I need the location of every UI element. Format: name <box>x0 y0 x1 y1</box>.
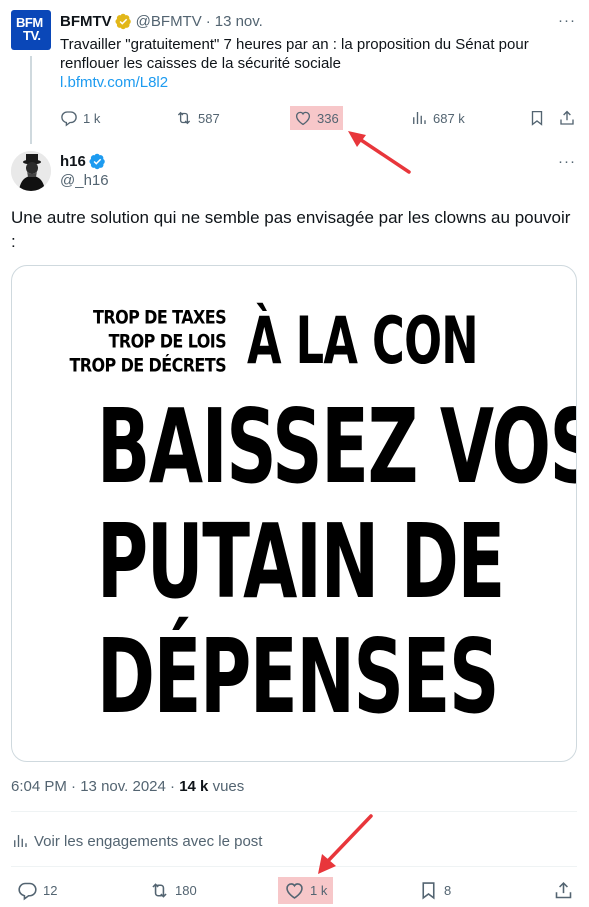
poster-headline: À LA CON <box>247 302 479 379</box>
reply-count: 12 <box>43 882 58 898</box>
avatar-logo-text: TV. <box>23 28 41 43</box>
poster-big-line: PUTAIN DE <box>96 501 505 622</box>
separator-dot: · <box>205 12 211 30</box>
separator-dot: · <box>170 778 176 795</box>
author-handle[interactable]: @_h16 <box>60 172 109 189</box>
main-tweet-header: h16 <box>60 152 106 170</box>
bookmark-button[interactable] <box>528 108 551 128</box>
quoted-tweet-text: Travailler "gratuitement" 7 heures par a… <box>60 36 529 72</box>
repost-count: 180 <box>175 882 197 898</box>
poster-small-line: TROP DE DÉCRETS <box>69 354 226 376</box>
bookmark-icon <box>531 110 543 126</box>
tweet-image[interactable]: TROP DE TAXES TROP DE LOIS TROP DE DÉCRE… <box>11 265 577 762</box>
post-metadata: 6:04 PM · 13 nov. 2024 · 14 k vues <box>11 778 244 795</box>
h16-avatar[interactable] <box>11 151 51 191</box>
views-count: 14 k <box>179 778 209 795</box>
reply-icon <box>18 882 37 900</box>
article-link[interactable]: l.bfmtv.com/L8l2 <box>60 74 168 91</box>
bookmark-icon <box>422 881 435 900</box>
bookmark-count: 8 <box>444 882 452 898</box>
reply-button[interactable]: 1 k <box>60 108 100 128</box>
verified-gold-badge-icon[interactable] <box>115 13 132 30</box>
repost-count: 587 <box>198 110 220 126</box>
annotation-arrow-icon <box>318 814 373 874</box>
quoted-tweet-header: BFMTV @BFMTV · 13 nov. <box>60 12 263 30</box>
repost-button[interactable]: 587 <box>175 108 220 128</box>
share-button[interactable] <box>553 880 579 900</box>
poster-small-line: TROP DE TAXES <box>93 306 227 328</box>
repost-icon <box>152 882 167 898</box>
views-count: 687 k <box>433 110 465 126</box>
like-button[interactable]: 336 <box>290 106 343 130</box>
author-name[interactable]: h16 <box>60 153 86 170</box>
view-engagements-link[interactable]: Voir les engagements avec le post <box>11 832 262 850</box>
annotation-arrow-icon <box>348 131 411 174</box>
reply-count: 1 k <box>83 110 101 126</box>
bfmtv-avatar[interactable]: BFM TV. <box>11 10 51 50</box>
more-options-icon[interactable]: ··· <box>557 151 577 171</box>
views-label: vues <box>212 778 245 795</box>
reply-button[interactable]: 12 <box>17 880 57 900</box>
author-handle[interactable]: @BFMTV <box>136 13 202 30</box>
engagements-chart-icon <box>14 835 27 847</box>
poster-small-line: TROP DE LOIS <box>108 330 227 352</box>
bookmark-button[interactable]: 8 <box>418 880 451 900</box>
post-date[interactable]: 13 nov. 2024 <box>80 778 166 795</box>
separator-dot: · <box>71 778 77 795</box>
divider <box>11 811 577 812</box>
verified-blue-badge-icon[interactable] <box>89 153 106 170</box>
poster-big-line: DÉPENSES <box>96 616 499 737</box>
heart-icon <box>286 883 303 899</box>
divider <box>11 866 577 867</box>
share-button[interactable] <box>558 108 581 128</box>
more-options-icon[interactable]: ··· <box>557 10 577 30</box>
repost-button[interactable]: 180 <box>149 880 197 900</box>
share-icon <box>560 110 574 125</box>
tweet-text: Une autre solution qui ne semble pas env… <box>11 208 571 251</box>
post-time[interactable]: 6:04 PM <box>11 778 67 795</box>
post-time[interactable]: 13 nov. <box>215 13 263 30</box>
repost-icon <box>177 111 191 125</box>
engagements-label: Voir les engagements avec le post <box>34 832 263 850</box>
author-name[interactable]: BFMTV <box>60 13 112 30</box>
poster-big-line: BAISSEZ VOS <box>96 386 577 507</box>
like-count: 336 <box>317 110 339 126</box>
share-icon <box>555 881 572 898</box>
heart-icon <box>295 111 311 126</box>
like-count: 1 k <box>310 883 328 898</box>
thread-connector-line <box>30 56 32 144</box>
reply-icon <box>61 111 77 127</box>
